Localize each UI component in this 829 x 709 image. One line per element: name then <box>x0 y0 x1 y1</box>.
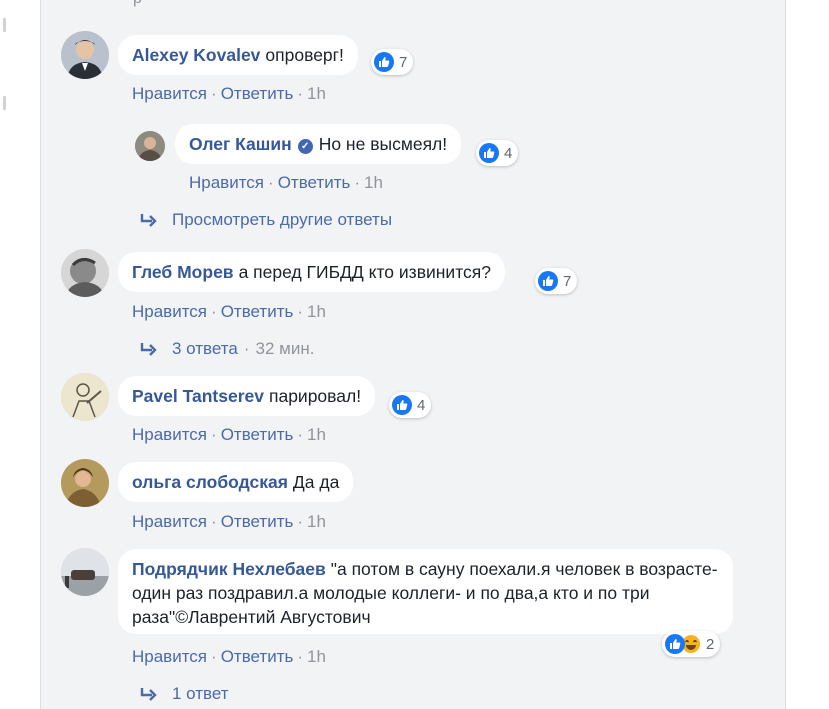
comment-actions: Нравится · Ответить · 1h <box>132 647 326 666</box>
timestamp[interactable]: 1h <box>307 647 326 666</box>
replies-time: 32 мин. <box>255 339 315 358</box>
like-link[interactable]: Нравится <box>132 84 207 103</box>
reactions-count[interactable]: 7 <box>371 49 414 75</box>
page-edge-mark <box>3 18 6 32</box>
comment-actions: Нравится · Ответить · 1h <box>132 425 326 444</box>
comment-author[interactable]: Pavel Tantserev <box>132 386 264 406</box>
reply-link[interactable]: Ответить <box>278 173 351 192</box>
comment-bubble: Pavel Tantserev парировал! <box>118 376 376 416</box>
reaction-number: 2 <box>706 635 715 653</box>
reactions-count[interactable]: 4 <box>389 392 432 418</box>
reply-link[interactable]: Ответить <box>221 302 294 321</box>
reaction-number: 4 <box>504 144 513 162</box>
reply-arrow-icon <box>140 214 157 227</box>
verified-icon: ✓ <box>297 139 313 154</box>
view-more-replies-label[interactable]: Просмотреть другие ответы <box>172 210 392 230</box>
replies-separator: · <box>243 339 250 358</box>
reactions-count[interactable]: 4 <box>476 140 519 166</box>
comment-text: парировал! <box>268 386 362 406</box>
timestamp[interactable]: 1h <box>307 302 326 321</box>
replies-link[interactable]: 3 ответа · 32 мин. <box>140 339 314 359</box>
comment-author[interactable]: ольга слободская <box>132 472 288 492</box>
comment-author[interactable]: Олег Кашин <box>189 134 292 154</box>
comment-text: опроверг! <box>265 45 344 65</box>
comment-actions: Нравится · Ответить · 1h <box>189 173 383 192</box>
reactions-count[interactable]: 2 <box>662 631 721 657</box>
view-more-replies-link[interactable]: Просмотреть другие ответы <box>140 210 392 230</box>
avatar[interactable] <box>61 31 109 79</box>
avatar[interactable] <box>61 249 109 297</box>
like-link[interactable]: Нравится <box>132 302 207 321</box>
reaction-number: 7 <box>563 272 572 290</box>
reply-link[interactable]: Ответить <box>221 647 294 666</box>
timestamp[interactable]: 1h <box>307 512 326 531</box>
comment-bubble: Подрядчик Нехлебаев "а потом в сауну поех… <box>118 549 733 634</box>
comment-actions: Нравится · Ответить · 1h <box>132 512 326 531</box>
comment-text: Но не высмеял! <box>318 134 448 154</box>
reply-link[interactable]: Ответить <box>221 512 294 531</box>
like-icon <box>538 271 558 291</box>
reaction-number: 4 <box>417 396 426 414</box>
replies-count-label[interactable]: 3 ответа <box>172 339 238 359</box>
reaction-number: 7 <box>399 53 408 71</box>
like-link[interactable]: Нравится <box>189 173 264 192</box>
comment-actions: Нравится · Ответить · 1h <box>132 302 326 321</box>
page-edge-mark <box>3 96 6 110</box>
previous-comment-fragment: р <box>133 0 142 8</box>
timestamp[interactable]: 1h <box>364 173 383 192</box>
like-link[interactable]: Нравится <box>132 512 207 531</box>
like-icon <box>665 634 685 654</box>
avatar[interactable] <box>61 459 109 507</box>
comment-bubble: Alexey Kovalev опроверг! <box>118 35 358 75</box>
avatar[interactable] <box>135 131 165 161</box>
replies-link[interactable]: 1 ответ <box>140 684 229 704</box>
comment-bubble: Олег Кашин ✓ Но не высмеял! <box>175 124 462 164</box>
replies-count-label[interactable]: 1 ответ <box>172 684 229 704</box>
reactions-count[interactable]: 7 <box>535 268 578 294</box>
avatar[interactable] <box>61 373 109 421</box>
comment-author[interactable]: Подрядчик Нехлебаев <box>132 559 326 579</box>
like-icon <box>392 395 412 415</box>
timestamp[interactable]: 1h <box>307 425 326 444</box>
timestamp[interactable]: 1h <box>307 84 326 103</box>
like-link[interactable]: Нравится <box>132 647 207 666</box>
comment-text: а перед ГИБДД кто извинится? <box>238 262 491 282</box>
comment-bubble: ольга слободская Да да <box>118 462 354 502</box>
reply-arrow-icon <box>140 343 157 356</box>
like-icon <box>374 52 394 72</box>
comment-author[interactable]: Глеб Морев <box>132 262 234 282</box>
comment-author[interactable]: Alexey Kovalev <box>132 45 260 65</box>
comment-actions: Нравится · Ответить · 1h <box>132 84 326 103</box>
reply-link[interactable]: Ответить <box>221 425 294 444</box>
reply-link[interactable]: Ответить <box>221 84 294 103</box>
comment-bubble: Глеб Морев а перед ГИБДД кто извинится? <box>118 252 505 292</box>
reply-arrow-icon <box>140 688 157 701</box>
comment-text: Да да <box>292 472 340 492</box>
like-icon <box>479 143 499 163</box>
like-link[interactable]: Нравится <box>132 425 207 444</box>
avatar[interactable] <box>61 548 109 596</box>
